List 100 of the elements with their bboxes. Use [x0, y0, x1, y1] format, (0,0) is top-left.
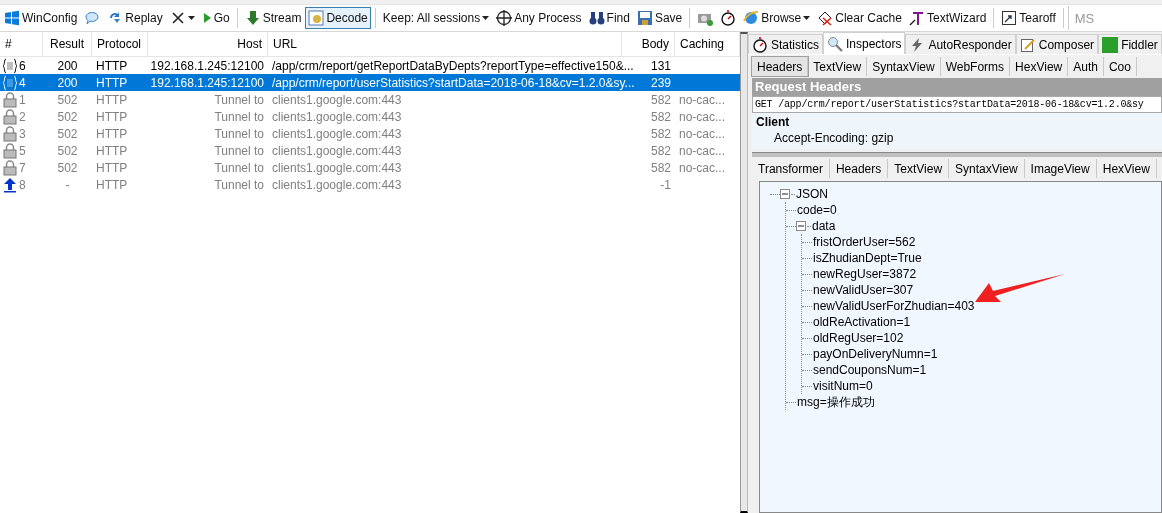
tree-node[interactable]: payOnDeliveryNumn=1 — [812, 347, 938, 361]
tree-node[interactable]: oldReActivation=1 — [812, 315, 911, 329]
table-cell: /app/crm/report/getReportDataByDepts?reportType=effective150&... — [272, 58, 634, 73]
table-cell: 200 — [57, 75, 78, 90]
table-cell: 239 — [650, 75, 671, 90]
session-row[interactable]: 4 200 HTTP 192.168.1.245:12100 /app/crm/report/userStatistics?startData=2018-06-18&cv=1.2.0&sy... 239 — [0, 74, 740, 91]
table-cell: Tunnel to — [214, 92, 264, 107]
table-cell: /app/crm/report/userStatistics?startData=2018-06-18&cv=1.2.0&sy... — [272, 75, 635, 90]
column-header[interactable]: URL — [268, 32, 622, 56]
tree-node[interactable]: msg=操作成功 — [796, 393, 875, 411]
toolbar-button[interactable]: Find — [585, 7, 633, 29]
collapse-icon[interactable] — [796, 220, 807, 232]
collapse-icon[interactable] — [780, 188, 791, 200]
tree-node[interactable]: newValidUser=307 — [812, 283, 914, 297]
table-cell: 502 — [57, 160, 78, 175]
column-header[interactable]: Protocol — [92, 32, 148, 56]
toolbar-button[interactable]: Browse — [740, 7, 814, 29]
toolbar-button[interactable]: Decode — [305, 7, 371, 29]
session-row[interactable]: 5 502 HTTP Tunnel to clients1.google.com:443 582 no-cac... — [0, 142, 740, 159]
table-cell: clients1.google.com:443 — [272, 126, 402, 141]
tree-node[interactable]: newValidUserForZhudian=403 — [812, 299, 975, 313]
toolbar-button[interactable]: Any Process — [493, 7, 585, 29]
table-cell: 7 — [19, 160, 26, 175]
tearoff-icon — [1001, 10, 1018, 26]
tree-node[interactable]: newRegUser=3872 — [812, 267, 917, 281]
tab[interactable]: SyntaxView — [949, 159, 1025, 178]
tree-node[interactable]: oldRegUser=102 — [812, 331, 904, 345]
tab[interactable]: Statistics — [748, 34, 823, 54]
toolbar-button[interactable]: Stream — [241, 7, 305, 29]
tab[interactable]: Headers — [752, 57, 809, 76]
table-cell: 131 — [650, 58, 671, 73]
save-icon — [636, 10, 653, 26]
toolbar-button[interactable]: TextWizard — [905, 7, 990, 29]
tree-node[interactable]: isZhudianDept=True — [812, 251, 922, 265]
table-cell: 8 — [19, 177, 26, 192]
header-line: Accept-Encoding: gzip — [773, 131, 895, 145]
column-header[interactable]: Host — [148, 32, 268, 56]
toolbar-button[interactable]: WinConfig — [1, 7, 81, 29]
tab[interactable]: Coo — [1103, 57, 1137, 76]
tab[interactable]: Inspectors — [823, 32, 906, 54]
toolbar-button[interactable]: Tearoff — [998, 7, 1059, 29]
toolbar-button[interactable]: Clear Cache — [814, 7, 905, 29]
table-cell: 6 — [19, 58, 26, 73]
tree-node[interactable]: sendCouponsNum=1 — [812, 363, 927, 377]
tab[interactable]: SyntaxView — [867, 57, 941, 76]
padlock-icon — [3, 142, 17, 159]
up-arrow-icon — [3, 176, 17, 193]
browser-icon — [743, 10, 760, 26]
padlock-icon — [3, 108, 17, 125]
table-cell: 1 — [19, 92, 26, 107]
table-cell: HTTP — [96, 75, 128, 90]
tab[interactable]: TextView — [888, 159, 950, 178]
tab[interactable]: TextView — [808, 57, 868, 76]
table-cell: 582 — [650, 92, 671, 107]
tab[interactable]: ImageView — [1024, 159, 1097, 178]
tree-node[interactable]: JSON — [795, 187, 828, 201]
tree-node[interactable]: fristOrderUser=562 — [812, 235, 916, 249]
toolbar-button[interactable]: Replay — [104, 7, 166, 29]
tab[interactable]: Composer — [1015, 34, 1099, 54]
tab[interactable]: Headers — [829, 159, 889, 178]
table-cell: 4 — [19, 75, 26, 90]
tree-node[interactable]: code=0 — [796, 203, 837, 217]
session-row[interactable]: 6 200 HTTP 192.168.1.245:12100 /app/crm/report/getReportDataByDepts?reportType=effective150&... 131 — [0, 57, 740, 74]
session-row[interactable]: 1 502 HTTP Tunnel to clients1.google.com:443 582 no-cac... — [0, 91, 740, 108]
table-cell: clients1.google.com:443 — [272, 109, 402, 124]
magnifier-icon — [827, 35, 843, 52]
tab[interactable]: Fiddler — [1098, 34, 1162, 54]
tab[interactable]: AutoResponder — [905, 34, 1016, 54]
column-header[interactable]: Result — [43, 32, 92, 56]
group-title: Client — [756, 115, 791, 129]
tab[interactable]: Transformer — [752, 159, 830, 178]
table-cell: HTTP — [96, 143, 128, 158]
fo-logo-icon — [1102, 36, 1119, 53]
tree-node[interactable]: visitNum=0 — [812, 379, 873, 393]
table-cell: no-cac... — [679, 126, 726, 141]
toolbar-button[interactable]: Save — [633, 7, 686, 29]
play-icon — [201, 12, 212, 24]
session-row[interactable]: 8 - HTTP Tunnel to clients1.google.com:443 -1 — [0, 176, 740, 193]
column-header[interactable]: Body — [622, 32, 675, 56]
table-cell: clients1.google.com:443 — [272, 92, 402, 107]
toolbar-button[interactable]: Keep: All sessions — [379, 7, 493, 29]
column-header[interactable]: # — [0, 32, 43, 56]
tree-node[interactable]: data — [811, 219, 836, 233]
tab[interactable]: HexView — [1096, 159, 1157, 178]
clear-cache-icon — [817, 10, 834, 26]
table-cell: HTTP — [96, 92, 128, 107]
toolbar-button[interactable]: Go — [198, 7, 233, 29]
table-cell: -1 — [660, 177, 671, 192]
session-row[interactable]: 2 502 HTTP Tunnel to clients1.google.com:443 582 no-cac... — [0, 108, 740, 125]
pencil-note-icon — [1019, 36, 1036, 53]
tab[interactable]: Auth — [1068, 57, 1104, 76]
table-cell: 5 — [19, 143, 26, 158]
table-cell: no-cac... — [679, 109, 726, 124]
speech-bubble-icon — [84, 10, 101, 26]
tab[interactable]: HexView — [1010, 57, 1069, 76]
session-row[interactable]: 7 502 HTTP Tunnel to clients1.google.com:443 582 no-cac... — [0, 159, 740, 176]
table-cell: HTTP — [96, 126, 128, 141]
table-cell: Tunnel to — [214, 160, 264, 175]
session-row[interactable]: 3 502 HTTP Tunnel to clients1.google.com:443 582 no-cac... — [0, 125, 740, 142]
tab[interactable]: WebForms — [940, 57, 1011, 76]
